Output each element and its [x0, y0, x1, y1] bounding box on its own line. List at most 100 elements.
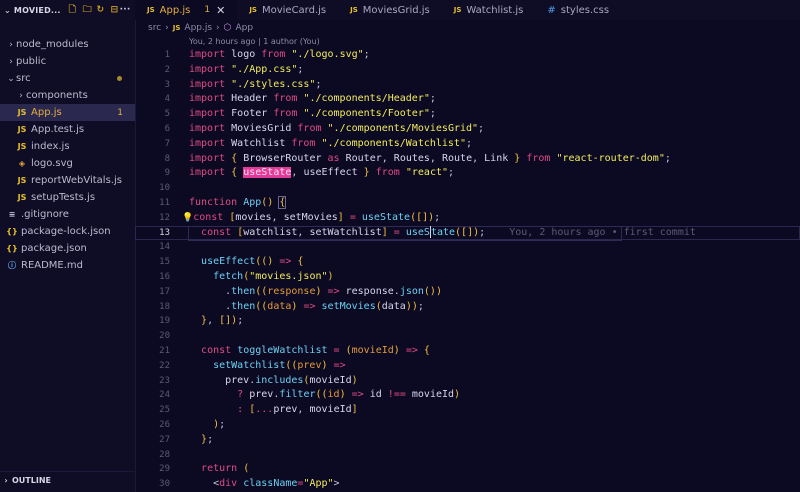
- tree-item-label: logo.svg: [31, 158, 73, 169]
- collapse-all-icon[interactable]: ⊟: [111, 5, 120, 15]
- line-number: 19: [159, 316, 170, 327]
- tree-item[interactable]: ⓘ README.md: [0, 257, 135, 274]
- code-text: 💡const [movies, setMovies] = useState([]…: [182, 211, 441, 223]
- tree-item[interactable]: › node_modules: [0, 36, 135, 53]
- code-text: import "./styles.css";: [189, 78, 322, 90]
- js-file-icon: JS: [249, 6, 257, 14]
- code-text: return (: [201, 463, 250, 475]
- tree-item-label: public: [16, 56, 47, 67]
- code-line: 18 .then((data) => setMovies(data));: [135, 300, 800, 315]
- line-number: 26: [159, 419, 170, 430]
- chevron-right-icon: ›: [165, 23, 169, 33]
- code-text: import Watchlist from "./components/Watc…: [189, 137, 473, 149]
- code-line: 30 <div className="App">: [135, 477, 800, 492]
- chevron-down-icon[interactable]: ⌄: [4, 6, 11, 15]
- json-file-icon: {}: [6, 244, 18, 253]
- line-number: 1: [164, 50, 170, 60]
- outline-section[interactable]: › OUTLINE: [0, 471, 135, 488]
- tree-item[interactable]: JS setupTests.js: [0, 189, 135, 206]
- code-text: }, []);: [201, 315, 244, 327]
- code-editor[interactable]: 1 import logo from "./logo.svg"; 2 import …: [135, 48, 800, 492]
- code-text: function App() {: [189, 195, 287, 209]
- chevron-right-icon: ›: [4, 475, 8, 485]
- tab-label: MoviesGrid.js: [362, 4, 430, 16]
- refresh-icon[interactable]: ↻: [97, 5, 106, 15]
- tree-item-label: reportWebVitals.js: [31, 175, 122, 186]
- code-text: fetch("movies.json"): [213, 270, 334, 282]
- tab-styles-css[interactable]: # styles.css: [535, 0, 621, 20]
- chevron-right-icon: ›: [216, 23, 220, 33]
- code-line: 12 💡const [movies, setMovies] = useState(…: [135, 211, 800, 226]
- tree-item[interactable]: JS App.test.js: [0, 121, 135, 138]
- line-number: 9: [164, 168, 170, 179]
- line-number: 13: [159, 227, 170, 238]
- code-text: prev.includes(movieId): [225, 374, 358, 386]
- new-file-icon[interactable]: 🗋: [69, 5, 78, 15]
- tree-item[interactable]: JS reportWebVitals.js: [0, 172, 135, 189]
- code-line: 2 import "./App.css";: [135, 63, 800, 78]
- code-line: 29 return (: [135, 462, 800, 477]
- css-file-icon: #: [547, 4, 556, 16]
- code-text: const toggleWatchlist = (movieId) => {: [201, 344, 430, 356]
- line-number: 12: [159, 212, 170, 223]
- tree-item[interactable]: {} package.json: [0, 240, 135, 257]
- code-text: .then((data) => setMovies(data));: [225, 300, 424, 312]
- tab-label: styles.css: [560, 4, 610, 16]
- line-number: 6: [164, 123, 170, 134]
- js-file-icon: JS: [17, 176, 27, 185]
- info-icon: ⓘ: [8, 261, 16, 270]
- code-text: import MoviesGrid from "./components/Mov…: [189, 122, 485, 134]
- tree-item[interactable]: › public: [0, 53, 135, 70]
- more-actions-icon[interactable]: ···: [120, 5, 131, 15]
- breadcrumb: src › JS App.js › ⬡ App: [148, 21, 253, 35]
- js-file-icon: JS: [147, 6, 155, 14]
- line-number: 18: [159, 301, 170, 312]
- tree-item-label: index.js: [31, 141, 70, 152]
- code-text: import "./App.css";: [189, 63, 304, 75]
- chevron-down-icon: ⌄: [7, 73, 15, 84]
- tree-item[interactable]: ⌄ src: [0, 70, 135, 87]
- modified-dot: [117, 76, 122, 81]
- tree-item[interactable]: JS App.js 1: [0, 104, 135, 121]
- line-number: 20: [159, 331, 170, 342]
- tab-moviesgrid-js[interactable]: JS MoviesGrid.js: [338, 0, 442, 20]
- code-line: 9 import { useState, useEffect } from "re…: [135, 166, 800, 181]
- code-line: 16 fetch("movies.json"): [135, 270, 800, 285]
- breadcrumb-folder[interactable]: src: [148, 23, 161, 33]
- line-number: 25: [159, 405, 170, 416]
- tree-item-label: src: [16, 73, 31, 84]
- line-number: 17: [159, 286, 170, 297]
- tree-item[interactable]: ◈ logo.svg: [0, 155, 135, 172]
- js-file-icon: JS: [17, 108, 27, 117]
- chevron-right-icon: ›: [9, 39, 13, 50]
- code-line: 1 import logo from "./logo.svg";: [135, 48, 800, 63]
- tab-label: MovieCard.js: [261, 4, 327, 16]
- tab-app-js[interactable]: JS App.js 1 ✕: [135, 0, 238, 20]
- line-number: 4: [164, 94, 170, 105]
- line-number: 27: [159, 434, 170, 445]
- problem-count-badge: 1: [117, 107, 123, 118]
- file-tree: › node_modules › public ⌄ src › components JS App…: [0, 36, 135, 274]
- tree-item[interactable]: JS index.js: [0, 138, 135, 155]
- tree-item-label: components: [26, 90, 88, 101]
- code-line: 10: [135, 181, 800, 196]
- breadcrumb-symbol[interactable]: App: [236, 23, 254, 33]
- tree-item[interactable]: {} package-lock.json: [0, 223, 135, 240]
- tab-moviecard-js[interactable]: JS MovieCard.js: [237, 0, 338, 20]
- code-line: 7 import Watchlist from "./components/Wat…: [135, 137, 800, 152]
- close-icon[interactable]: ✕: [216, 4, 225, 17]
- explorer-header[interactable]: ⌄ MOVIED... 🗋 🗀 ↻ ⊟ ···: [0, 0, 135, 20]
- tree-item-label: App.js: [31, 107, 62, 118]
- tab-watchlist-js[interactable]: JS Watchlist.js: [442, 0, 536, 20]
- codelens-blame[interactable]: You, 2 hours ago | 1 author (You): [189, 37, 320, 46]
- tree-item[interactable]: ≡ .gitignore: [0, 206, 135, 223]
- code-text: import { useState, useEffect } from "rea…: [189, 167, 455, 179]
- line-number: 11: [159, 197, 170, 208]
- line-number: 28: [159, 449, 170, 460]
- lightbulb-icon[interactable]: 💡: [182, 213, 193, 223]
- breadcrumb-file[interactable]: App.js: [184, 23, 212, 33]
- tree-item[interactable]: › components: [0, 87, 135, 104]
- js-file-icon: JS: [17, 142, 27, 151]
- new-folder-icon[interactable]: 🗀: [83, 5, 92, 15]
